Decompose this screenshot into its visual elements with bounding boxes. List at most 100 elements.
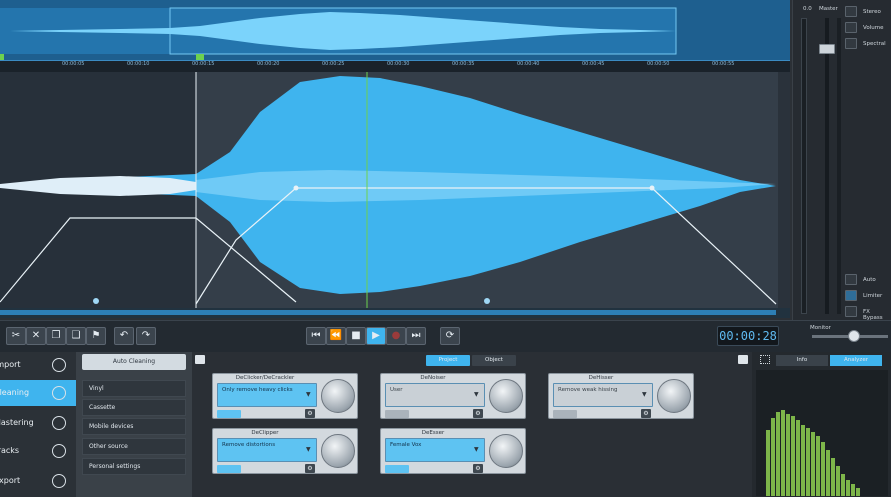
rewind-button[interactable]: ⏮ <box>306 327 326 345</box>
declicker-knob[interactable] <box>321 379 355 413</box>
deesser-preset-select[interactable]: Female Vox <box>385 438 485 462</box>
collapse-left-button[interactable] <box>195 355 205 364</box>
gear-icon[interactable]: ⚙ <box>473 409 483 418</box>
copy-icon: ❐ <box>51 330 61 341</box>
dehisser-knob[interactable] <box>657 379 691 413</box>
limiter-icon[interactable] <box>845 290 857 301</box>
monitor-slider-knob[interactable] <box>848 330 860 342</box>
gear-icon[interactable]: ⚙ <box>305 409 315 418</box>
gear-icon[interactable]: ⚙ <box>641 409 651 418</box>
gear-icon[interactable]: ⚙ <box>305 464 315 473</box>
auto-label: Auto <box>863 277 876 283</box>
gear-icon[interactable]: ⚙ <box>473 464 483 473</box>
paste-button[interactable]: ❑ <box>66 327 86 345</box>
ruler-tick: 00:00:45 <box>582 61 605 67</box>
declipper-knob[interactable] <box>321 434 355 468</box>
deesser-toggle[interactable] <box>385 465 409 473</box>
tab-object[interactable]: Object <box>472 355 516 366</box>
spectral-label: Spectral <box>863 41 886 47</box>
paste-icon: ❑ <box>71 330 81 341</box>
loop-button[interactable]: ⟳ <box>440 327 460 345</box>
tab-analyzer[interactable]: Analyzer <box>830 355 882 366</box>
volume-icon[interactable] <box>845 22 857 33</box>
denoiser-knob[interactable] <box>489 379 523 413</box>
record-icon: ● <box>391 330 401 341</box>
overview-waveform[interactable] <box>0 0 790 64</box>
declicker-toggle[interactable] <box>217 410 241 418</box>
time-ruler[interactable]: 00:00:05 00:00:10 00:00:15 00:00:20 00:0… <box>0 60 790 72</box>
ruler-tick: 00:00:50 <box>647 61 670 67</box>
tracks-icon <box>52 444 66 458</box>
dehisser-preset-select[interactable]: Remove weak hissing <box>553 383 653 407</box>
declipper-preset-select[interactable]: Remove distortions <box>217 438 317 462</box>
mastering-icon <box>52 416 66 430</box>
denoiser-toggle[interactable] <box>385 410 409 418</box>
volume-label: Volume <box>863 25 884 31</box>
stereo-icon[interactable] <box>845 6 857 17</box>
play-icon: ▶ <box>372 330 380 341</box>
close-icon: ✕ <box>31 330 41 341</box>
dehisser-module: DeHisser Remove weak hissing ▼ ⚙ <box>548 373 694 419</box>
nav-import[interactable]: Import <box>0 352 76 378</box>
redo-icon: ↷ <box>141 330 151 341</box>
spectral-icon[interactable] <box>845 38 857 49</box>
prev-button[interactable]: ⏪ <box>326 327 346 345</box>
nav-cleaning[interactable]: Cleaning <box>0 380 76 406</box>
ruler-tick: 00:00:10 <box>127 61 150 67</box>
undo-icon: ↶ <box>119 330 129 341</box>
tab-info[interactable]: Info <box>776 355 828 366</box>
fx-bypass-icon[interactable] <box>845 306 857 317</box>
level-meter-left <box>801 18 807 314</box>
nav-label: Tracks <box>0 446 20 455</box>
skip-forward-icon: ⏭ <box>411 330 421 341</box>
copy-button[interactable]: ❐ <box>46 327 66 345</box>
category-item[interactable]: Cassette <box>82 399 186 416</box>
category-item[interactable]: Vinyl <box>82 380 186 397</box>
record-button[interactable]: ● <box>386 327 406 345</box>
redo-button[interactable]: ↷ <box>136 327 156 345</box>
export-icon <box>52 474 66 488</box>
ruler-tick: 00:00:25 <box>322 61 345 67</box>
level-meter-right <box>837 18 841 314</box>
play-button[interactable]: ▶ <box>366 327 386 345</box>
category-item[interactable]: Other source <box>82 438 186 455</box>
delete-button[interactable]: ✕ <box>26 327 46 345</box>
auto-icon[interactable] <box>845 274 857 285</box>
nav-export[interactable]: Export <box>0 468 76 494</box>
nav-tracks[interactable]: Tracks <box>0 438 76 464</box>
stop-button[interactable]: ■ <box>346 327 366 345</box>
deesser-knob[interactable] <box>489 434 523 468</box>
declipper-module: DeClipper Remove distortions ▼ ⚙ <box>212 428 358 474</box>
forward-button[interactable]: ⏭ <box>406 327 426 345</box>
left-navigation: Import Cleaning Mastering Tracks Export <box>0 352 76 497</box>
cut-button[interactable]: ✂ <box>6 327 26 345</box>
scissors-icon: ✂ <box>11 330 21 341</box>
declicker-preset-select[interactable]: Only remove heavy clicks <box>217 383 317 407</box>
category-label: Cassette <box>89 404 116 411</box>
ruler-tick: 00:00:05 <box>62 61 85 67</box>
tab-project[interactable]: Project <box>426 355 470 366</box>
module-title: DeClicker/DeCrackler <box>235 375 295 381</box>
declipper-toggle[interactable] <box>217 465 241 473</box>
import-icon <box>52 358 66 372</box>
ruler-tick: 00:00:20 <box>257 61 280 67</box>
undo-button[interactable]: ↶ <box>114 327 134 345</box>
auto-cleaning-button[interactable]: Auto Cleaning <box>82 354 186 370</box>
fader-track[interactable] <box>825 18 829 314</box>
dehisser-toggle[interactable] <box>553 410 577 418</box>
grid-icon[interactable] <box>760 355 770 364</box>
category-item[interactable]: Mobile devices <box>82 418 186 435</box>
nav-label: Cleaning <box>0 388 30 397</box>
waveform-editor[interactable] <box>0 72 790 318</box>
category-label: Mobile devices <box>89 423 134 430</box>
collapse-right-button[interactable] <box>738 355 748 364</box>
module-title: DeClipper <box>251 430 279 436</box>
category-item[interactable]: Personal settings <box>82 458 186 475</box>
denoiser-preset-select[interactable]: User <box>385 383 485 407</box>
nav-mastering[interactable]: Mastering <box>0 410 76 436</box>
master-fader-handle[interactable] <box>819 44 835 54</box>
marker-button[interactable]: ⚑ <box>86 327 106 345</box>
ruler-tick: 00:00:55 <box>712 61 735 67</box>
timecode-display: 00:00:28 <box>717 326 779 346</box>
limiter-label: Limiter <box>863 293 883 299</box>
